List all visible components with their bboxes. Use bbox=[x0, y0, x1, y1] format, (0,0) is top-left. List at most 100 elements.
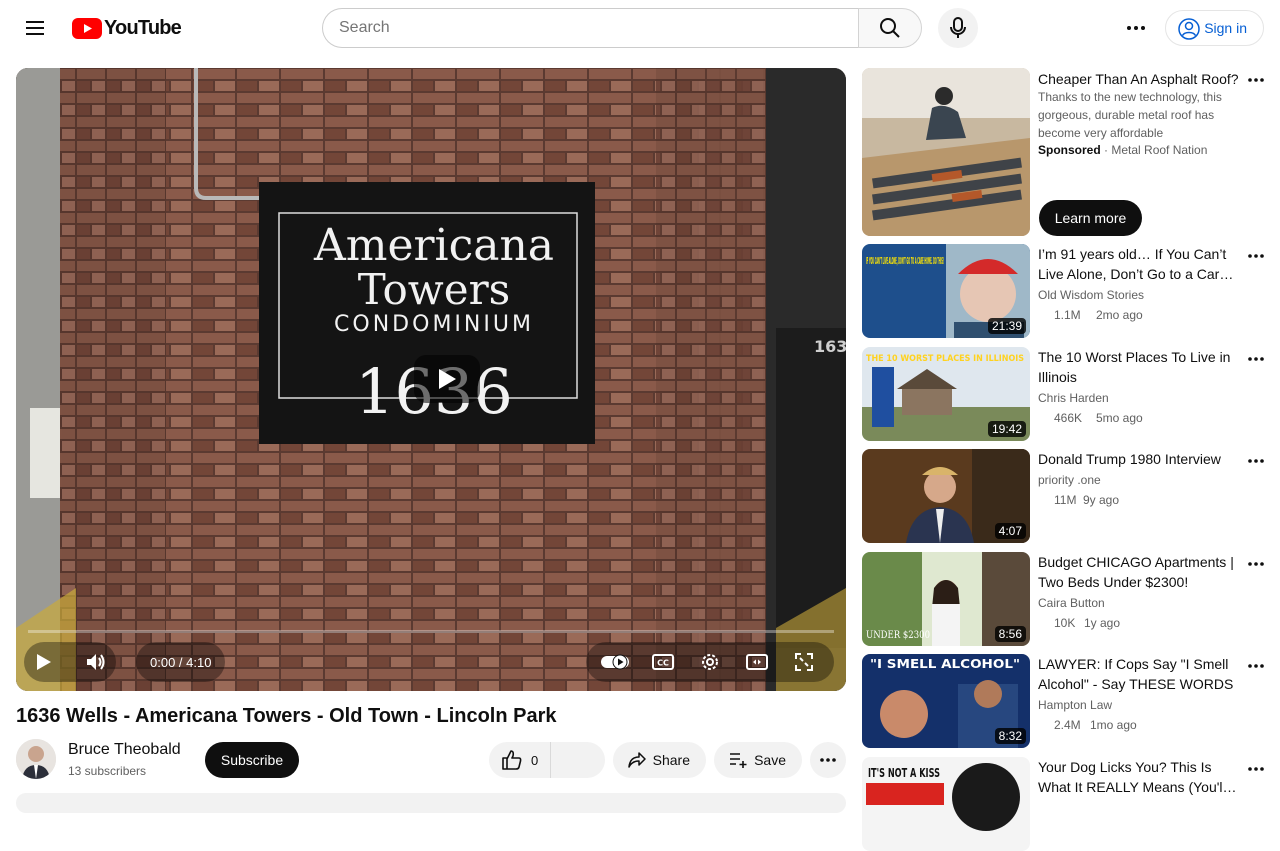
published-time: 5mo ago bbox=[1096, 411, 1143, 425]
save-playlist-icon bbox=[730, 753, 747, 768]
channel-name[interactable]: Bruce Theobald bbox=[68, 741, 181, 759]
closed-captions-icon: CC bbox=[651, 654, 674, 670]
volume-icon bbox=[87, 654, 105, 670]
video-thumbnail[interactable]: IT'S NOT A KISS bbox=[862, 757, 1030, 851]
more-actions-button[interactable] bbox=[810, 742, 846, 778]
recommended-video[interactable]: THE 10 WORST PLACES IN ILLINOIS 19:42 Th… bbox=[862, 347, 1268, 441]
sign-line-3: CONDOMINIUM bbox=[334, 312, 534, 337]
like-count: 0 bbox=[531, 752, 539, 768]
video-title[interactable]: Donald Trump 1980 Interview bbox=[1038, 449, 1238, 469]
thumbs-up-icon bbox=[502, 750, 522, 770]
video-thumbnail[interactable]: THE 10 WORST PLACES IN ILLINOIS 19:42 bbox=[862, 347, 1030, 441]
video-thumbnail[interactable]: IF YOU CAN'T LIVE ALONE, DON'T GO TO A C… bbox=[862, 244, 1030, 338]
ad-title[interactable]: Cheaper Than An Asphalt Roof? bbox=[1038, 70, 1264, 88]
settings-button[interactable] bbox=[690, 642, 730, 682]
more-vertical-icon bbox=[1248, 664, 1264, 668]
like-button[interactable]: 0 bbox=[489, 742, 551, 778]
view-count: 466K bbox=[1054, 411, 1083, 425]
channel-avatar-image bbox=[16, 739, 56, 779]
published-time: 1y ago bbox=[1084, 616, 1121, 630]
video-duration: 8:32 bbox=[994, 728, 1026, 744]
theater-mode-button[interactable] bbox=[737, 642, 777, 682]
voice-search-button[interactable] bbox=[938, 8, 978, 48]
view-count: 11M bbox=[1054, 493, 1077, 507]
youtube-logo[interactable]: YouTube bbox=[72, 17, 182, 40]
masthead: YouTube Sign in bbox=[0, 0, 1280, 56]
progress-bar[interactable] bbox=[28, 630, 834, 633]
video-menu-button[interactable] bbox=[1244, 244, 1268, 268]
volume-button[interactable] bbox=[76, 642, 116, 682]
microphone-icon bbox=[950, 17, 966, 38]
svg-text:CC: CC bbox=[657, 659, 669, 668]
channel-name[interactable]: Chris Harden bbox=[1038, 391, 1109, 405]
video-menu-button[interactable] bbox=[1244, 757, 1268, 781]
fullscreen-button[interactable] bbox=[784, 642, 824, 682]
search-input[interactable] bbox=[322, 8, 859, 48]
large-play-button[interactable] bbox=[414, 355, 480, 403]
thumbnail-overlay-text: "I SMELL ALCOHOL" bbox=[870, 657, 1020, 671]
subscribe-button[interactable]: Subscribe bbox=[205, 742, 299, 778]
theater-mode-icon bbox=[746, 654, 769, 670]
sponsored-ad[interactable]: Cheaper Than An Asphalt Roof? Thanks to … bbox=[862, 68, 1268, 236]
ad-description: Thanks to the new technology, this gorge… bbox=[1038, 90, 1222, 140]
video-menu-button[interactable] bbox=[1244, 347, 1268, 371]
play-button[interactable] bbox=[24, 642, 64, 682]
save-button[interactable]: Save bbox=[714, 742, 802, 778]
more-horizontal-icon bbox=[820, 758, 836, 762]
save-label: Save bbox=[754, 752, 786, 768]
subscriber-count: 13 subscribers bbox=[68, 764, 147, 778]
channel-name[interactable]: priority .one bbox=[1038, 473, 1101, 487]
play-icon bbox=[439, 369, 456, 389]
sign-line-1: Americana bbox=[313, 220, 554, 271]
search-icon bbox=[880, 18, 900, 38]
video-menu-button[interactable] bbox=[1244, 449, 1268, 473]
video-title[interactable]: Your Dog Licks You? This Is What It REAL… bbox=[1038, 757, 1238, 797]
more-vertical-icon bbox=[1248, 562, 1264, 566]
recommended-video[interactable]: 4:07 Donald Trump 1980 Interview priorit… bbox=[862, 449, 1268, 543]
more-vertical-icon bbox=[1248, 254, 1264, 258]
video-thumbnail[interactable]: "I SMELL ALCOHOL" 8:32 bbox=[862, 654, 1030, 748]
learn-more-button[interactable]: Learn more bbox=[1039, 200, 1142, 236]
recommended-video[interactable]: "I SMELL ALCOHOL" 8:32 LAWYER: If Cops S… bbox=[862, 654, 1268, 748]
video-menu-button[interactable] bbox=[1244, 654, 1268, 678]
channel-name[interactable]: Caira Button bbox=[1038, 596, 1105, 610]
subtitles-button[interactable]: CC bbox=[643, 642, 683, 682]
channel-avatar[interactable] bbox=[16, 739, 56, 779]
channel-name[interactable]: Old Wisdom Stories bbox=[1038, 288, 1144, 302]
video-menu-button[interactable] bbox=[1244, 552, 1268, 576]
recommended-video[interactable]: UNDER $2300 8:56 Budget CHICAGO Apartmen… bbox=[862, 552, 1268, 646]
autoplay-toggle[interactable] bbox=[596, 642, 636, 682]
video-title[interactable]: Budget CHICAGO Apartments | Two Beds Und… bbox=[1038, 552, 1238, 592]
video-title[interactable]: LAWYER: If Cops Say "I Smell Alcohol" - … bbox=[1038, 654, 1238, 694]
published-time: 1mo ago bbox=[1090, 718, 1137, 732]
video-thumbnail[interactable]: 4:07 bbox=[862, 449, 1030, 543]
dislike-button[interactable] bbox=[551, 742, 605, 778]
video-player[interactable]: Americana Towers CONDOMINIUM 1636 163 0:… bbox=[16, 68, 846, 691]
video-title: 1636 Wells - Americana Towers - Old Town… bbox=[16, 705, 557, 727]
menu-icon[interactable] bbox=[20, 12, 52, 44]
view-count: 1.1M bbox=[1054, 308, 1081, 322]
sign-in-button[interactable]: Sign in bbox=[1165, 10, 1264, 46]
wall-number: 163 bbox=[814, 337, 846, 356]
video-title[interactable]: I’m 91 years old… If You Can’t Live Alon… bbox=[1038, 244, 1238, 284]
recommended-video[interactable]: IT'S NOT A KISS Your Dog Licks You? This… bbox=[862, 757, 1268, 851]
thumbnail-overlay-text: IT'S NOT A KISS bbox=[868, 766, 940, 780]
video-title[interactable]: The 10 Worst Places To Live in Illinois bbox=[1038, 347, 1238, 387]
search-button[interactable] bbox=[858, 8, 922, 48]
ad-menu-button[interactable] bbox=[1244, 68, 1268, 92]
thumbnail-overlay-text: IF YOU CAN'T LIVE ALONE, DON'T GO TO A C… bbox=[866, 256, 944, 267]
settings-more-button[interactable] bbox=[1120, 12, 1152, 44]
share-button[interactable]: Share bbox=[613, 742, 706, 778]
recommended-video[interactable]: IF YOU CAN'T LIVE ALONE, DON'T GO TO A C… bbox=[862, 244, 1268, 338]
logo-wordmark: YouTube bbox=[104, 17, 182, 39]
ad-thumbnail[interactable] bbox=[862, 68, 1030, 236]
thumbnail-overlay-text: UNDER $2300 bbox=[866, 630, 930, 641]
playback-controls bbox=[24, 642, 116, 682]
channel-name[interactable]: Hampton Law bbox=[1038, 698, 1112, 712]
sponsored-label: Sponsored bbox=[1038, 143, 1101, 157]
video-thumbnail[interactable]: UNDER $2300 8:56 bbox=[862, 552, 1030, 646]
autoplay-toggle-icon bbox=[600, 654, 629, 670]
more-vertical-icon bbox=[1248, 78, 1264, 82]
published-time: 9y ago bbox=[1083, 493, 1120, 507]
description-box[interactable] bbox=[16, 793, 846, 813]
